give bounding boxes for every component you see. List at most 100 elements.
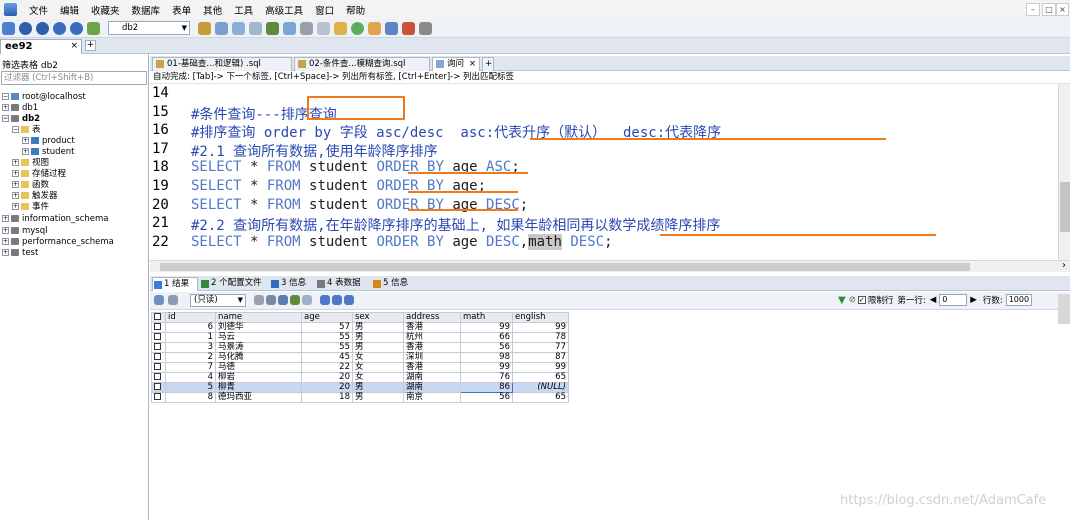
table-cell[interactable]: 18	[301, 392, 353, 403]
table-cell[interactable]: 湖南	[403, 372, 461, 383]
row-select-cell[interactable]	[151, 362, 166, 373]
tree-db-db1[interactable]: + db1	[2, 103, 38, 113]
row-select-cell[interactable]	[151, 382, 166, 393]
table-icon[interactable]	[266, 21, 279, 35]
menu-help[interactable]: 帮助	[340, 3, 371, 17]
table-cell[interactable]: 香港	[403, 362, 461, 373]
close-icon[interactable]: ×	[469, 58, 476, 70]
table-cell[interactable]: 男	[352, 332, 404, 343]
new-connection-icon[interactable]	[2, 21, 15, 35]
refresh-icon[interactable]	[53, 21, 66, 35]
tree-db-test[interactable]: + test	[2, 248, 38, 258]
readonly-select[interactable]: (只读) ▼	[190, 294, 246, 307]
table-cell[interactable]: 8	[165, 392, 216, 403]
table-cell[interactable]: 99	[512, 362, 569, 373]
menu-table[interactable]: 表单	[166, 3, 197, 17]
form-view-icon[interactable]	[320, 295, 330, 305]
editor-tab-basic-query[interactable]: 01-基础查...和逻辑) .sql	[152, 57, 292, 71]
table-cell[interactable]: 德玛西亚	[215, 392, 302, 403]
tab-info-2[interactable]: 5 信息	[372, 277, 416, 291]
add-connection-button[interactable]: +	[85, 40, 96, 51]
table-cell[interactable]: 56	[460, 392, 513, 403]
row-select-cell[interactable]	[151, 372, 166, 383]
column-header-id[interactable]: id	[165, 312, 216, 323]
add-editor-tab-button[interactable]: +	[482, 57, 494, 71]
table-cell[interactable]: 77	[512, 342, 569, 353]
table-cell[interactable]: 45	[301, 352, 353, 363]
table-row[interactable]: 7 马德 22 女香港 99 99	[151, 362, 569, 373]
table-cell[interactable]: 马云	[215, 332, 302, 343]
code-line[interactable]: #2.1 查询所有数据,使用年龄降序排序	[191, 141, 438, 161]
row-select-cell[interactable]	[151, 342, 166, 353]
scroll-thumb[interactable]	[1060, 182, 1070, 232]
table-cell[interactable]: 马化腾	[215, 352, 302, 363]
tree-events-folder[interactable]: + 事件	[12, 202, 49, 212]
export-icon[interactable]	[317, 21, 330, 35]
table-cell[interactable]: 湖南	[403, 382, 461, 393]
table-cell[interactable]: 男	[352, 392, 404, 403]
row-checkbox[interactable]	[154, 353, 161, 360]
table-cell[interactable]: 65	[512, 372, 569, 383]
table-cell[interactable]: 7	[165, 362, 216, 373]
save-icon[interactable]	[266, 295, 276, 305]
table-cell[interactable]: 55	[301, 342, 353, 353]
tab-profile[interactable]: 2 个配置文件	[200, 277, 268, 291]
table-view-icon[interactable]	[290, 295, 300, 305]
table-cell[interactable]: 深圳	[403, 352, 461, 363]
grid-view-icon[interactable]	[154, 295, 164, 305]
minimize-button[interactable]: –	[1026, 3, 1040, 16]
close-icon[interactable]: ×	[70, 40, 78, 53]
expand-icon[interactable]: +	[2, 249, 9, 256]
chevron-right-icon[interactable]: ›	[1062, 260, 1066, 271]
filter-input[interactable]: 过滤器 (Ctrl+Shift+B)	[1, 71, 147, 85]
table-cell[interactable]: 男	[352, 342, 404, 353]
column-header-english[interactable]: english	[512, 312, 569, 323]
rows-input[interactable]: 1000	[1005, 294, 1032, 306]
compare-icon[interactable]	[402, 21, 415, 35]
user-manager-icon[interactable]	[385, 21, 398, 35]
table-cell[interactable]: 56	[460, 342, 513, 353]
disconnect-icon[interactable]	[36, 21, 49, 35]
table-row[interactable]: 8 德玛西亚 18 男南京 56 65	[151, 392, 569, 403]
grid-toggle-icon[interactable]	[332, 295, 342, 305]
table-row[interactable]: 6 刘德华 57 男香港 99 99	[151, 322, 569, 333]
row-select-cell[interactable]	[151, 332, 166, 343]
tree-root[interactable]: − root@localhost	[2, 92, 86, 102]
select-all-cell[interactable]	[151, 312, 166, 323]
table-row[interactable]: 2 马化腾 45 女深圳 98 87	[151, 352, 569, 363]
expand-icon[interactable]: +	[2, 227, 9, 234]
database-icon[interactable]	[87, 21, 100, 35]
menu-advanced-tools[interactable]: 高级工具	[259, 3, 309, 17]
tree-table-student[interactable]: + student	[22, 147, 75, 157]
clear-filter-icon[interactable]: ⊘	[849, 295, 856, 305]
table-cell[interactable]: 4	[165, 372, 216, 383]
expand-icon[interactable]: +	[12, 181, 19, 188]
maximize-button[interactable]: □	[1042, 3, 1056, 16]
text-toggle-icon[interactable]	[344, 295, 354, 305]
table-row[interactable]: 1 马云 55 男杭州 66 78	[151, 332, 569, 343]
expand-icon[interactable]: +	[12, 192, 19, 199]
tree-triggers-folder[interactable]: + 触发器	[12, 191, 58, 201]
row-checkbox[interactable]	[154, 373, 161, 380]
tab-result[interactable]: 1 结果	[152, 277, 198, 291]
editor-tab-query[interactable]: 询问 ×	[432, 57, 480, 71]
text-view-icon[interactable]	[302, 295, 312, 305]
editor-tab-conditional-query[interactable]: 02-条件查...模糊查询.sql	[294, 57, 430, 71]
table-row[interactable]: 4 柳岩 20 女湖南 76 65	[151, 372, 569, 383]
copy-icon[interactable]	[300, 21, 313, 35]
expand-icon[interactable]: +	[12, 159, 19, 166]
scroll-thumb[interactable]	[160, 263, 970, 271]
row-checkbox[interactable]	[154, 383, 161, 390]
row-checkbox[interactable]	[154, 323, 161, 330]
row-select-cell[interactable]	[151, 352, 166, 363]
table-cell[interactable]: 5	[165, 382, 216, 393]
collapse-icon[interactable]: −	[2, 93, 9, 100]
expand-icon[interactable]: +	[2, 215, 9, 222]
expand-icon[interactable]: +	[2, 104, 9, 111]
close-window-button[interactable]: ×	[1056, 3, 1069, 16]
menu-other[interactable]: 其他	[197, 3, 228, 17]
row-select-cell[interactable]	[151, 392, 166, 403]
table-cell[interactable]: 1	[165, 332, 216, 343]
table-cell[interactable]: 柳青	[215, 382, 302, 393]
expand-icon[interactable]: +	[12, 203, 19, 210]
